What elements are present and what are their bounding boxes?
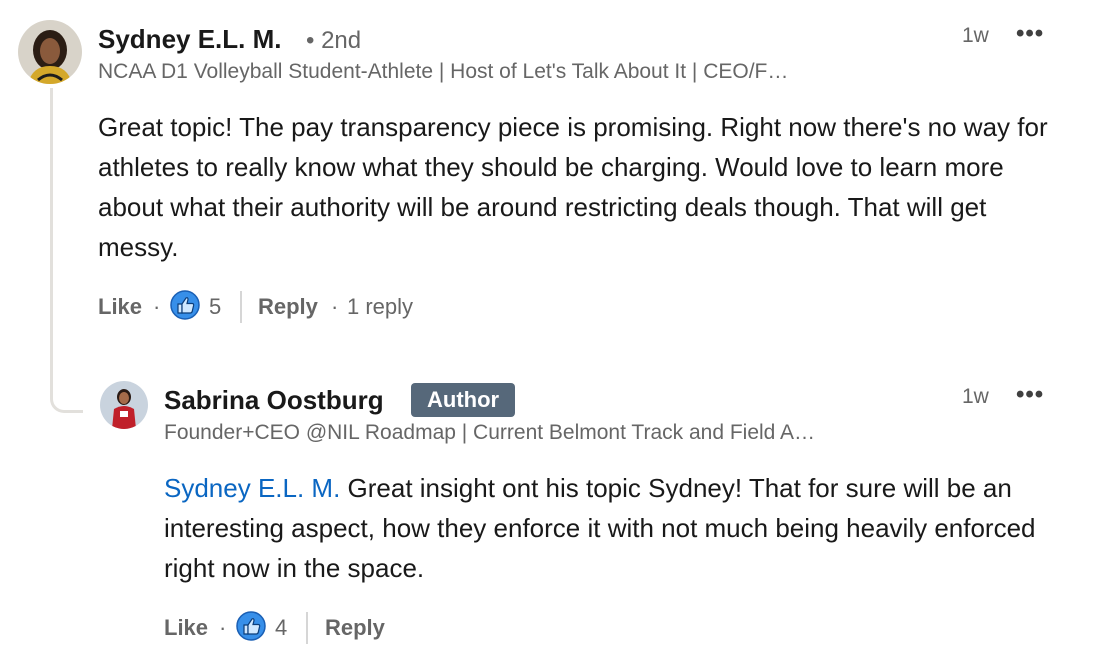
reply-actions-divider: [306, 612, 308, 644]
like-thumb-icon[interactable]: [170, 290, 200, 320]
reply-like-button[interactable]: Like: [164, 615, 208, 641]
reply-button[interactable]: Reply: [258, 294, 318, 320]
thread-connector: [50, 88, 83, 413]
reaction-count[interactable]: 5: [209, 294, 221, 320]
comment-text: Great topic! The pay transparency piece …: [98, 112, 1048, 262]
comment-author-headline: NCAA D1 Volleyball Student-Athlete | Hos…: [98, 60, 789, 83]
reply-reply-button[interactable]: Reply: [325, 615, 385, 641]
like-thumb-icon[interactable]: [236, 611, 266, 641]
reply-count-link[interactable]: 1 reply: [347, 294, 413, 320]
separator-dot: ·: [153, 294, 161, 319]
comment-author-name[interactable]: Sydney E.L. M.: [98, 24, 282, 55]
reply-author-name[interactable]: Sabrina Oostburg: [164, 385, 384, 416]
reply-timestamp: 1w: [962, 385, 989, 408]
reply-more-options-button[interactable]: •••: [1016, 381, 1044, 409]
reply-author-headline: Founder+CEO @NIL Roadmap | Current Belmo…: [164, 421, 816, 444]
reply-avatar[interactable]: [100, 381, 148, 429]
comment-timestamp: 1w: [962, 24, 989, 47]
separator-dot: ·: [219, 615, 227, 640]
reply-reaction-count[interactable]: 4: [275, 615, 287, 641]
mention-link[interactable]: Sydney E.L. M.: [164, 473, 340, 503]
like-button[interactable]: Like: [98, 294, 142, 320]
actions-divider: [240, 291, 242, 323]
reply-text: Sydney E.L. M. Great insight ont his top…: [164, 468, 1064, 588]
author-badge: Author: [411, 383, 516, 417]
more-options-button[interactable]: •••: [1016, 20, 1044, 48]
separator-dot: ·: [331, 294, 339, 319]
connection-degree: • 2nd: [306, 27, 362, 54]
avatar[interactable]: [18, 20, 82, 84]
reply-avatar-photo: [100, 381, 148, 429]
avatar-photo: [18, 20, 82, 84]
